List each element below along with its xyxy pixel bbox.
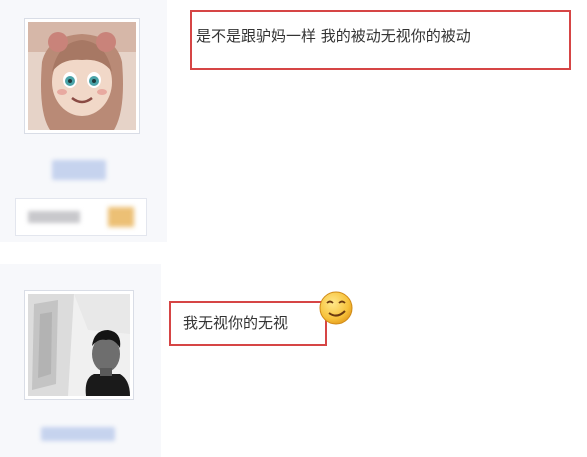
avatar[interactable] [24,290,134,400]
reply-post-2: 我无视你的无视 [0,264,587,457]
post-message: 我无视你的无视 [169,301,327,346]
smirk-emoticon-icon [319,291,353,325]
anime-girl-avatar-icon [28,22,136,130]
post-message: 是不是跟驴妈一样 我的被动无视你的被动 [190,10,571,70]
avatar[interactable] [24,18,140,134]
username-blurred[interactable] [41,427,115,441]
man-portrait-avatar-icon [28,294,130,396]
level-badge[interactable] [15,198,147,236]
badge-text-blurred [28,211,80,223]
username-blurred[interactable] [52,160,106,180]
reply-post-1: 是不是跟驴妈一样 我的被动无视你的被动 [0,0,587,242]
author-sidebar [0,0,167,242]
author-sidebar [0,264,161,457]
badge-level-icon [108,207,134,227]
